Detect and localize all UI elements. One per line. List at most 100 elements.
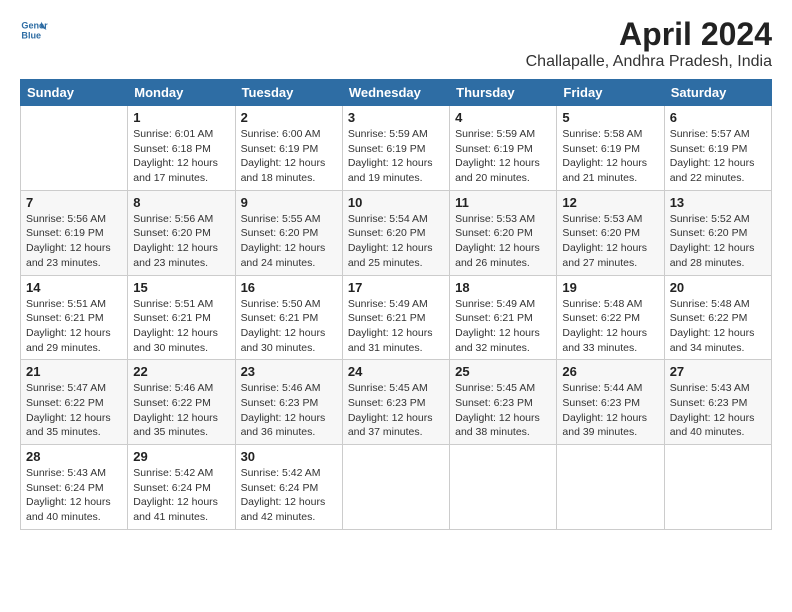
- calendar-day-cell: 3 Sunrise: 5:59 AM Sunset: 6:19 PM Daylig…: [342, 106, 449, 191]
- day-number: 10: [348, 195, 444, 210]
- calendar-day-cell: 21Sunrise: 5:47 AM Sunset: 6:22 PM Dayli…: [21, 360, 128, 445]
- calendar-day-cell: [21, 106, 128, 191]
- logo: General Blue: [20, 16, 48, 44]
- day-info: Sunrise: 6:00 AM Sunset: 6:19 PM Dayligh…: [241, 127, 337, 186]
- day-info: Sunrise: 5:42 AM Sunset: 6:24 PM Dayligh…: [241, 466, 337, 525]
- weekday-header-cell: Sunday: [21, 80, 128, 106]
- calendar-day-cell: 15 Sunrise: 5:51 AM Sunset: 6:21 PM Dayli…: [128, 275, 235, 360]
- calendar-day-cell: [450, 445, 557, 530]
- day-info: Sunrise: 5:49 AM Sunset: 6:21 PM Dayligh…: [348, 297, 444, 356]
- day-info: Sunrise: 5:59 AM Sunset: 6:19 PM Dayligh…: [455, 127, 551, 186]
- day-info: Sunrise: 5:48 AM Sunset: 6:22 PM Dayligh…: [670, 297, 766, 356]
- weekday-header-cell: Thursday: [450, 80, 557, 106]
- day-info: Sunrise: 5:42 AM Sunset: 6:24 PM Dayligh…: [133, 466, 229, 525]
- calendar-day-cell: 24Sunrise: 5:45 AM Sunset: 6:23 PM Dayli…: [342, 360, 449, 445]
- day-number: 25: [455, 364, 551, 379]
- day-number: 16: [241, 280, 337, 295]
- day-info: Sunrise: 5:52 AM Sunset: 6:20 PM Dayligh…: [670, 212, 766, 271]
- calendar-day-cell: 6Sunrise: 5:57 AM Sunset: 6:19 PM Daylig…: [664, 106, 771, 191]
- location-title: Challapalle, Andhra Pradesh, India: [526, 53, 772, 71]
- day-info: Sunrise: 5:43 AM Sunset: 6:23 PM Dayligh…: [670, 381, 766, 440]
- weekday-header-cell: Friday: [557, 80, 664, 106]
- day-number: 27: [670, 364, 766, 379]
- day-info: Sunrise: 5:58 AM Sunset: 6:19 PM Dayligh…: [562, 127, 658, 186]
- day-info: Sunrise: 5:46 AM Sunset: 6:23 PM Dayligh…: [241, 381, 337, 440]
- day-info: Sunrise: 5:48 AM Sunset: 6:22 PM Dayligh…: [562, 297, 658, 356]
- svg-text:Blue: Blue: [21, 30, 41, 40]
- svg-text:General: General: [21, 21, 48, 31]
- calendar-day-cell: 30 Sunrise: 5:42 AM Sunset: 6:24 PM Dayli…: [235, 445, 342, 530]
- day-number: 30: [241, 449, 337, 464]
- day-number: 14: [26, 280, 122, 295]
- day-info: Sunrise: 5:53 AM Sunset: 6:20 PM Dayligh…: [455, 212, 551, 271]
- header: General Blue April 2024 Challapalle, And…: [20, 16, 772, 71]
- calendar-day-cell: 14 Sunrise: 5:51 AM Sunset: 6:21 PM Dayli…: [21, 275, 128, 360]
- weekday-header-cell: Wednesday: [342, 80, 449, 106]
- day-number: 5: [562, 110, 658, 125]
- day-number: 11: [455, 195, 551, 210]
- day-number: 21: [26, 364, 122, 379]
- day-number: 7: [26, 195, 122, 210]
- day-number: 1: [133, 110, 229, 125]
- day-info: Sunrise: 5:44 AM Sunset: 6:23 PM Dayligh…: [562, 381, 658, 440]
- day-info: Sunrise: 5:57 AM Sunset: 6:19 PM Dayligh…: [670, 127, 766, 186]
- day-info: Sunrise: 6:01 AM Sunset: 6:18 PM Dayligh…: [133, 127, 229, 186]
- calendar-week-row: 7Sunrise: 5:56 AM Sunset: 6:19 PM Daylig…: [21, 190, 772, 275]
- day-number: 2: [241, 110, 337, 125]
- calendar-day-cell: 2 Sunrise: 6:00 AM Sunset: 6:19 PM Daylig…: [235, 106, 342, 191]
- calendar-body: 1 Sunrise: 6:01 AM Sunset: 6:18 PM Daylig…: [21, 106, 772, 530]
- calendar-day-cell: [664, 445, 771, 530]
- calendar-day-cell: 27 Sunrise: 5:43 AM Sunset: 6:23 PM Dayli…: [664, 360, 771, 445]
- weekday-header-row: SundayMondayTuesdayWednesdayThursdayFrid…: [21, 80, 772, 106]
- calendar-day-cell: 11 Sunrise: 5:53 AM Sunset: 6:20 PM Dayli…: [450, 190, 557, 275]
- day-info: Sunrise: 5:50 AM Sunset: 6:21 PM Dayligh…: [241, 297, 337, 356]
- calendar-day-cell: 18 Sunrise: 5:49 AM Sunset: 6:21 PM Dayli…: [450, 275, 557, 360]
- calendar-day-cell: [342, 445, 449, 530]
- calendar-week-row: 14 Sunrise: 5:51 AM Sunset: 6:21 PM Dayli…: [21, 275, 772, 360]
- calendar-day-cell: 1 Sunrise: 6:01 AM Sunset: 6:18 PM Daylig…: [128, 106, 235, 191]
- day-number: 9: [241, 195, 337, 210]
- calendar-week-row: 21Sunrise: 5:47 AM Sunset: 6:22 PM Dayli…: [21, 360, 772, 445]
- calendar-day-cell: 9 Sunrise: 5:55 AM Sunset: 6:20 PM Daylig…: [235, 190, 342, 275]
- calendar-day-cell: 7Sunrise: 5:56 AM Sunset: 6:19 PM Daylig…: [21, 190, 128, 275]
- day-info: Sunrise: 5:51 AM Sunset: 6:21 PM Dayligh…: [26, 297, 122, 356]
- day-info: Sunrise: 5:49 AM Sunset: 6:21 PM Dayligh…: [455, 297, 551, 356]
- calendar-day-cell: 17 Sunrise: 5:49 AM Sunset: 6:21 PM Dayli…: [342, 275, 449, 360]
- day-info: Sunrise: 5:59 AM Sunset: 6:19 PM Dayligh…: [348, 127, 444, 186]
- day-number: 17: [348, 280, 444, 295]
- day-number: 15: [133, 280, 229, 295]
- day-info: Sunrise: 5:56 AM Sunset: 6:20 PM Dayligh…: [133, 212, 229, 271]
- day-number: 3: [348, 110, 444, 125]
- day-number: 26: [562, 364, 658, 379]
- day-number: 19: [562, 280, 658, 295]
- day-info: Sunrise: 5:55 AM Sunset: 6:20 PM Dayligh…: [241, 212, 337, 271]
- day-info: Sunrise: 5:51 AM Sunset: 6:21 PM Dayligh…: [133, 297, 229, 356]
- title-area: April 2024 Challapalle, Andhra Pradesh, …: [526, 16, 772, 71]
- weekday-header-cell: Saturday: [664, 80, 771, 106]
- day-info: Sunrise: 5:53 AM Sunset: 6:20 PM Dayligh…: [562, 212, 658, 271]
- calendar-day-cell: 5 Sunrise: 5:58 AM Sunset: 6:19 PM Daylig…: [557, 106, 664, 191]
- day-info: Sunrise: 5:54 AM Sunset: 6:20 PM Dayligh…: [348, 212, 444, 271]
- day-number: 13: [670, 195, 766, 210]
- day-info: Sunrise: 5:46 AM Sunset: 6:22 PM Dayligh…: [133, 381, 229, 440]
- calendar-day-cell: 19 Sunrise: 5:48 AM Sunset: 6:22 PM Dayli…: [557, 275, 664, 360]
- day-number: 24: [348, 364, 444, 379]
- calendar-day-cell: 28Sunrise: 5:43 AM Sunset: 6:24 PM Dayli…: [21, 445, 128, 530]
- calendar-day-cell: 4 Sunrise: 5:59 AM Sunset: 6:19 PM Daylig…: [450, 106, 557, 191]
- weekday-header-cell: Monday: [128, 80, 235, 106]
- calendar-day-cell: 16 Sunrise: 5:50 AM Sunset: 6:21 PM Dayli…: [235, 275, 342, 360]
- calendar-week-row: 1 Sunrise: 6:01 AM Sunset: 6:18 PM Daylig…: [21, 106, 772, 191]
- day-number: 28: [26, 449, 122, 464]
- calendar-day-cell: 29 Sunrise: 5:42 AM Sunset: 6:24 PM Dayli…: [128, 445, 235, 530]
- logo-icon: General Blue: [20, 16, 48, 44]
- day-number: 22: [133, 364, 229, 379]
- calendar-day-cell: [557, 445, 664, 530]
- day-number: 4: [455, 110, 551, 125]
- day-number: 29: [133, 449, 229, 464]
- calendar-table: SundayMondayTuesdayWednesdayThursdayFrid…: [20, 79, 772, 530]
- day-number: 18: [455, 280, 551, 295]
- calendar-day-cell: 22 Sunrise: 5:46 AM Sunset: 6:22 PM Dayli…: [128, 360, 235, 445]
- calendar-day-cell: 25Sunrise: 5:45 AM Sunset: 6:23 PM Dayli…: [450, 360, 557, 445]
- month-title: April 2024: [526, 16, 772, 53]
- day-number: 23: [241, 364, 337, 379]
